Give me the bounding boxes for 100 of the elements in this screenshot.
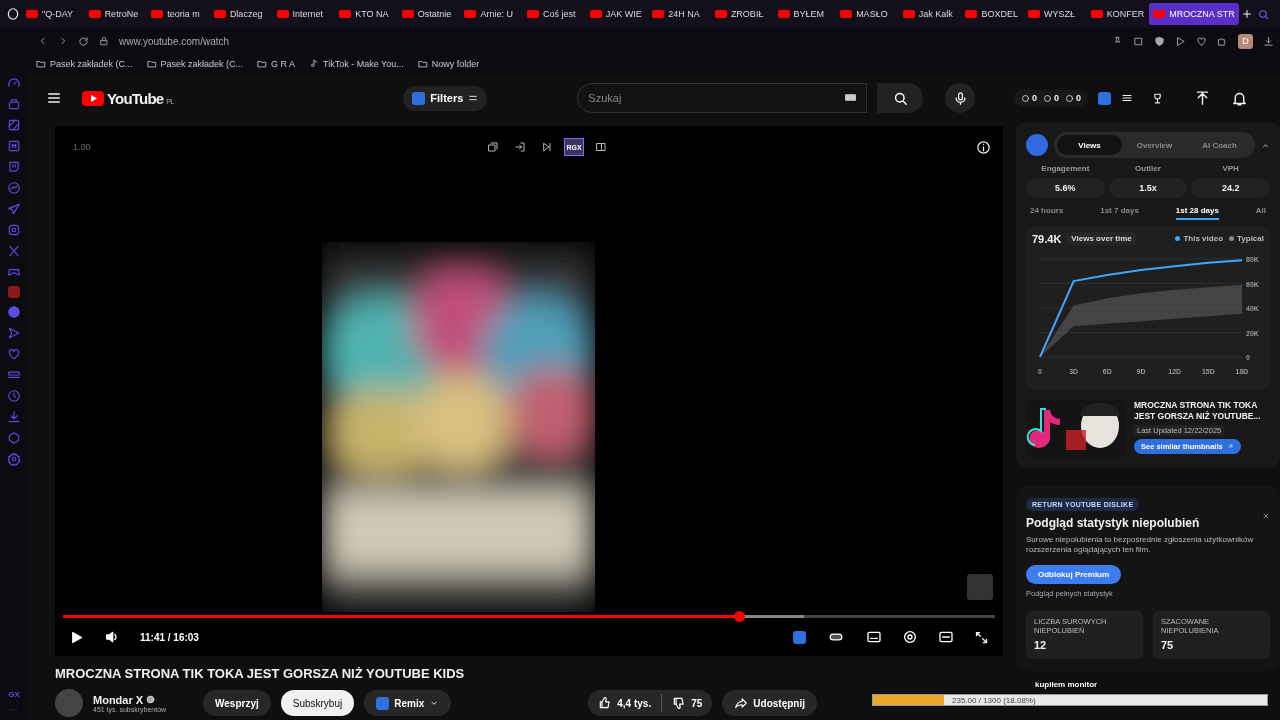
upload-icon — [1194, 89, 1211, 107]
bookmark-link[interactable]: TikTok - Make You... — [323, 59, 404, 69]
range-tab[interactable]: 1st 7 days — [1100, 204, 1139, 220]
stat-label: Outlier — [1134, 164, 1162, 173]
goal-title: kupiłem monitor — [1035, 680, 1098, 689]
gx-label: GX — [8, 690, 20, 699]
panel-tab[interactable]: Overview — [1122, 135, 1187, 155]
panel-tab[interactable]: AI Coach — [1187, 135, 1252, 155]
counter-value: 0 — [1031, 93, 1037, 103]
theater-icon — [938, 629, 954, 645]
browser-tab[interactable]: WYSZŁ — [1024, 3, 1085, 25]
url-field[interactable]: www.youtube.com/watch — [119, 35, 230, 47]
youtube-logo-text: YouTube — [107, 89, 164, 107]
channel-name[interactable]: Mondar X — [93, 693, 144, 706]
browser-tab[interactable]: KTO NA — [335, 3, 396, 25]
counter-value: 0 — [1076, 93, 1081, 103]
stat-label: Engagement — [1040, 164, 1091, 173]
browser-tab[interactable]: BYŁEM — [773, 3, 835, 25]
download-icon — [7, 410, 21, 424]
browser-tab[interactable]: BOXDEL — [961, 3, 1022, 25]
browser-tab[interactable]: MROCZNA STR — [1149, 3, 1239, 25]
lock-icon — [99, 36, 109, 46]
browser-tab[interactable]: RetroNe — [84, 3, 146, 25]
messenger-icon — [7, 181, 21, 195]
browser-tab[interactable]: MASŁO — [836, 3, 897, 25]
dislike-button[interactable]: 75 — [662, 690, 713, 716]
forward-icon — [58, 36, 68, 46]
striped-square-icon — [7, 118, 21, 132]
thumbs-up-icon — [598, 696, 613, 710]
thumbnail-title: MROCZNA STRONA TIK TOKA JEST GORSZA NIŻ YOUTUBE... — [1134, 400, 1262, 423]
camera-icon — [7, 223, 21, 237]
browser-tab[interactable]: teoria m — [147, 3, 208, 25]
browser-tab[interactable]: Internet — [272, 3, 334, 25]
remix-button[interactable]: Remix — [364, 690, 452, 716]
subscribe-button[interactable]: Subskrybuj — [280, 690, 355, 716]
card-value: 75 — [1161, 638, 1175, 651]
support-button[interactable]: Wesprzyj — [203, 690, 271, 716]
browser-tab[interactable]: KONFER — [1086, 3, 1148, 25]
panel-tab[interactable]: Views — [1057, 135, 1122, 155]
close-icon — [1262, 512, 1270, 520]
browser-tab[interactable]: Ostatnie — [397, 3, 459, 25]
folder-icon — [36, 59, 46, 69]
time-display: 11:41 / 16:03 — [140, 631, 199, 643]
filters-button[interactable]: Filters — [403, 85, 488, 111]
skip-icon — [541, 141, 553, 153]
bag-icon — [7, 97, 21, 111]
browser-tab[interactable]: "Q-DAY — [22, 3, 83, 25]
list-icon — [1121, 92, 1133, 104]
search-field[interactable]: Szukaj — [577, 83, 868, 113]
range-tab[interactable]: All — [1255, 204, 1266, 220]
share-button[interactable]: Udostępnij — [722, 690, 817, 716]
browser-tab[interactable]: JAK WIE — [585, 3, 647, 25]
browser-tab[interactable]: 24H NA — [648, 3, 709, 25]
share-icon — [734, 696, 749, 710]
speed-label: 1.00 — [73, 142, 92, 152]
like-button[interactable]: 4,4 tys. — [588, 690, 662, 716]
bookmark-link[interactable]: Pasek zakładek (C... — [160, 59, 244, 69]
unlock-premium-button[interactable]: Odblokuj Premium — [1026, 564, 1122, 584]
microphone-button[interactable] — [945, 83, 976, 113]
x-icon — [7, 244, 21, 258]
opera-logo-icon — [6, 7, 20, 21]
iq-icon[interactable] — [1098, 91, 1111, 105]
stat-value: 5.6% — [1026, 178, 1105, 198]
play-icon — [69, 629, 84, 645]
bookmark-link[interactable]: Pasek zakładek (C... — [50, 59, 133, 69]
range-tab[interactable]: 1st 28 days — [1175, 204, 1219, 220]
bookmark-link[interactable]: Nowy folder — [431, 59, 480, 69]
frame-icon — [1133, 35, 1144, 47]
iq-logo-icon — [1026, 134, 1048, 156]
bookmark-link[interactable]: G R A — [271, 59, 296, 69]
clock-icon — [7, 389, 21, 403]
iq-icon[interactable] — [793, 630, 806, 644]
browser-tab[interactable]: Coś jest — [523, 3, 584, 25]
browser-tab[interactable]: Dlaczeg — [209, 3, 271, 25]
send-icon — [7, 326, 21, 340]
progress-thumb[interactable] — [733, 611, 745, 622]
browser-tab[interactable]: ZROBIŁ — [710, 3, 772, 25]
fullscreen-icon — [974, 629, 989, 645]
play-icon — [1175, 35, 1186, 47]
range-tab[interactable]: 24 hours — [1030, 204, 1064, 220]
metric-dropdown[interactable]: Views over time — [1067, 232, 1136, 245]
video-title: MROCZNA STRONA TIK TOKA JEST GORSZA NIŻ YOUTUBE KIDS — [55, 666, 466, 681]
counter-value: 0 — [1053, 93, 1059, 103]
dislikes-description: Surowe niepolubienia to bezpośrednie zgłoszenia użytkowników rozszerzenia oglądających ten film. — [1026, 535, 1255, 556]
youtube-play-icon — [82, 90, 104, 106]
keyboard-icon — [844, 91, 858, 104]
folder-icon — [257, 59, 268, 69]
search-icon — [1256, 7, 1270, 21]
tiktok-icon — [309, 59, 320, 69]
back-icon — [38, 36, 48, 46]
heart-icon — [7, 347, 21, 361]
card-value: 12 — [1034, 638, 1048, 651]
search-button[interactable] — [877, 83, 924, 113]
enter-icon — [514, 141, 526, 153]
browser-tab[interactable]: Jak Kalk — [898, 3, 960, 25]
puzzle-icon — [1217, 35, 1228, 47]
close-button[interactable] — [1262, 512, 1270, 520]
paper-plane-icon — [7, 202, 21, 216]
browser-tab[interactable]: Arnie: U — [460, 3, 521, 25]
letter-square-icon — [7, 139, 21, 153]
